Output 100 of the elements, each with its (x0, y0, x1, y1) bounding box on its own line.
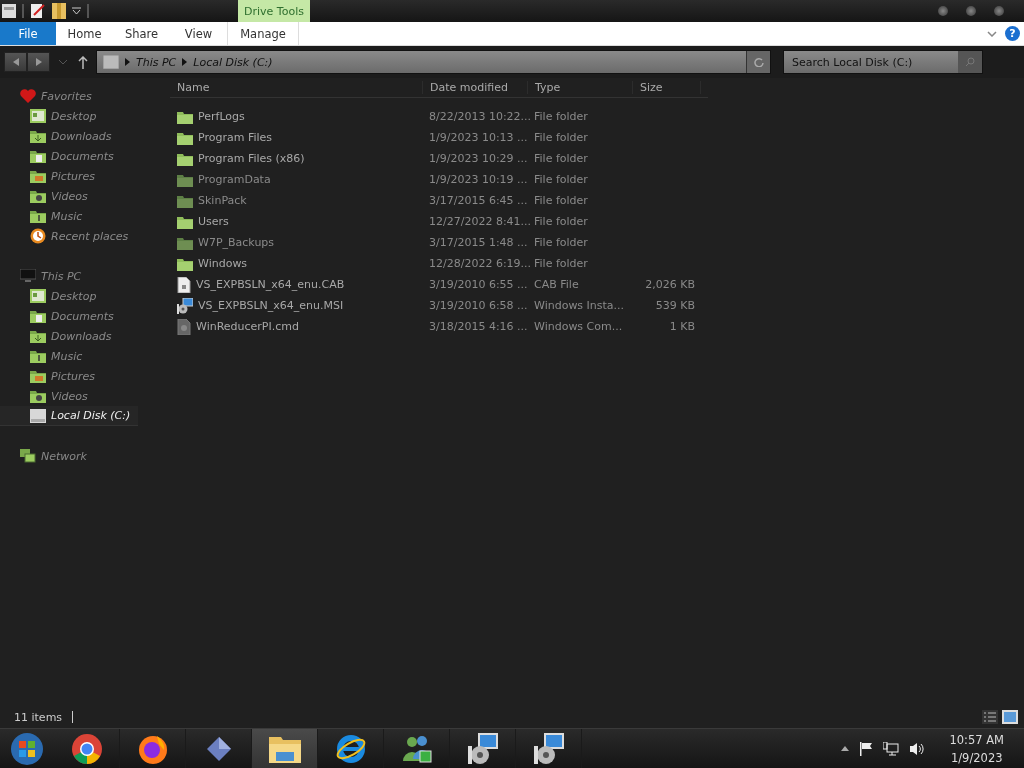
folder-icon (177, 172, 193, 187)
sidebar-group[interactable]: This PC (41, 269, 82, 283)
context-tab-label: Drive Tools (238, 0, 310, 22)
column-header[interactable]: Size (633, 81, 701, 94)
clock[interactable]: 10:57 AM 1/9/2023 (949, 732, 1004, 765)
sidebar-item[interactable]: Downloads (0, 326, 138, 346)
column-header[interactable]: Name (170, 81, 423, 94)
column-header[interactable]: Date modified (423, 81, 528, 94)
drive-icon (103, 55, 119, 69)
speaker-icon[interactable] (909, 741, 926, 756)
sidebar-item[interactable]: Pictures (0, 366, 138, 386)
date-cell-text: 3/17/2015 6:45 ... (428, 194, 528, 207)
ribbon-tab[interactable]: Manage (227, 22, 299, 45)
date-cell-text: 12/27/2022 8:41... (428, 215, 528, 228)
search-icon (965, 57, 975, 67)
network-icon (20, 449, 36, 463)
maximize-button[interactable] (966, 6, 976, 16)
chevron-down-icon[interactable] (987, 30, 997, 37)
type-cell-text: File folder (533, 110, 589, 123)
file-name[interactable]: PerfLogs (198, 110, 245, 123)
refresh-icon (753, 57, 764, 67)
dropdown-icon[interactable] (72, 7, 81, 15)
address-bar[interactable]: This PC Local Disk (C:) (96, 50, 771, 74)
taskbar-button[interactable] (252, 728, 318, 768)
date-cell-text: 1/9/2023 10:19 ... (428, 173, 528, 186)
sidebar-item[interactable]: Music (0, 206, 138, 226)
internet-explorer-icon (334, 732, 367, 765)
videos-folder-icon (30, 389, 46, 403)
up-arrow-icon[interactable] (78, 55, 88, 69)
file-name[interactable]: VS_EXPBSLN_x64_enu.MSI (198, 299, 344, 312)
music-folder-icon (30, 349, 46, 363)
installer-icon (466, 732, 499, 765)
date-cell-text: 3/17/2015 1:48 ... (428, 236, 528, 249)
forward-button[interactable] (27, 52, 50, 72)
sidebar-item[interactable]: Videos (0, 186, 138, 206)
sidebar-item[interactable]: Downloads (0, 126, 138, 146)
date-cell-text: 3/18/2015 4:16 ... (428, 320, 528, 333)
item-count: 11 items (14, 710, 63, 724)
flag-icon[interactable] (859, 741, 874, 756)
file-name[interactable]: Program Files (x86) (198, 152, 305, 165)
breadcrumb[interactable]: This PC (136, 55, 177, 69)
network-icon[interactable] (883, 741, 900, 756)
document-icon (177, 276, 191, 293)
sidebar-item[interactable]: Desktop (0, 106, 138, 126)
sidebar-item[interactable]: Documents (0, 306, 138, 326)
file-name[interactable]: Users (198, 215, 229, 228)
minimize-button[interactable] (938, 6, 948, 16)
file-name[interactable]: Program Files (198, 131, 273, 144)
sidebar-item[interactable]: Desktop (0, 286, 138, 306)
sidebar-item[interactable]: Music (0, 346, 138, 366)
close-button[interactable] (994, 6, 1004, 16)
folder-icon (177, 130, 193, 145)
sidebar-item[interactable]: Documents (0, 146, 138, 166)
installer-icon (177, 297, 193, 314)
help-button[interactable]: ? (1005, 26, 1020, 41)
type-cell-text: File folder (533, 173, 589, 186)
people-icon (400, 734, 433, 763)
file-name[interactable]: ProgramData (198, 173, 271, 186)
breadcrumb-arrow-icon[interactable] (182, 58, 188, 66)
clock-time: 10:57 AM (949, 732, 1004, 747)
sidebar-group[interactable]: Favorites (41, 89, 92, 103)
folder-icon (177, 235, 193, 250)
file-name[interactable]: Windows (198, 257, 248, 270)
file-name[interactable]: W7P_Backups (198, 236, 275, 249)
search-input[interactable]: Search Local Disk (C:) (784, 54, 958, 70)
folder-icon (177, 193, 193, 208)
refresh-button[interactable] (746, 51, 770, 73)
thumbnail-view-icon[interactable] (1002, 710, 1018, 724)
type-cell-text: File folder (533, 257, 589, 270)
pictures-folder-icon (30, 369, 46, 383)
folder-icon (177, 256, 193, 271)
file-name[interactable]: WinReducerPI.cmd (196, 320, 299, 333)
pictures-folder-icon (30, 169, 46, 183)
size-cell-text: 2,026 KB (644, 278, 696, 291)
details-view-icon[interactable] (982, 710, 998, 724)
size-cell-text: 1 KB (668, 320, 696, 333)
sidebar-group[interactable]: Network (41, 449, 87, 463)
folder-icon (177, 109, 193, 124)
properties-icon[interactable] (30, 3, 46, 19)
type-cell-text: Windows Com... (533, 320, 624, 333)
downloads-folder-icon (30, 129, 46, 143)
sidebar-item[interactable]: Recent places (0, 226, 138, 246)
ribbon-tab[interactable]: File (0, 22, 56, 45)
sidebar-item[interactable]: Pictures (0, 166, 138, 186)
recent-places-icon (30, 228, 46, 244)
column-header[interactable]: Type (528, 81, 633, 94)
forward-icon (35, 58, 42, 66)
type-cell-text: File folder (533, 215, 589, 228)
monitor-icon (20, 269, 36, 283)
search-box[interactable]: Search Local Disk (C:) (783, 50, 983, 74)
file-name[interactable]: VS_EXPBSLN_x64_enu.CAB (196, 278, 345, 291)
breadcrumb[interactable]: Local Disk (C:) (193, 55, 273, 69)
installer-icon (532, 732, 565, 765)
back-button[interactable] (4, 52, 27, 72)
show-hidden-icons-icon[interactable] (841, 746, 850, 751)
sidebar-item[interactable]: Local Disk (C:) (0, 406, 138, 426)
date-cell-text: 8/22/2013 10:22... (428, 110, 528, 123)
file-name[interactable]: SkinPack (198, 194, 247, 207)
breadcrumb-arrow-icon[interactable] (125, 58, 130, 66)
sidebar-item[interactable]: Videos (0, 386, 138, 406)
